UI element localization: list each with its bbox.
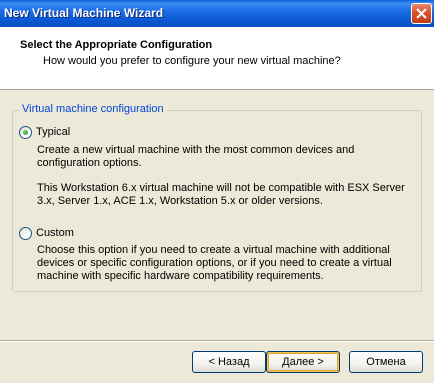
window-title: New Virtual Machine Wizard [4, 6, 164, 20]
page-title: Select the Appropriate Configuration [20, 39, 213, 51]
footer-divider [0, 340, 434, 342]
back-button[interactable]: < Назад [192, 351, 266, 373]
wizard-window: New Virtual Machine Wizard Select the Ap… [0, 0, 434, 383]
typical-compatibility-note: This Workstation 6.x virtual machine wil… [37, 182, 405, 207]
custom-radio[interactable] [19, 227, 32, 240]
custom-radio-label[interactable]: Custom [36, 227, 74, 239]
close-button[interactable] [411, 3, 432, 24]
cancel-button[interactable]: Отмена [349, 351, 423, 373]
groupbox-legend: Virtual machine configuration [19, 103, 167, 115]
title-bar[interactable]: New Virtual Machine Wizard [0, 0, 434, 27]
radio-selected-dot [23, 130, 28, 135]
page-subtitle: How would you prefer to configure your n… [43, 55, 341, 67]
custom-description: Choose this option if you need to create… [37, 244, 392, 282]
typical-radio[interactable] [19, 126, 32, 139]
next-button[interactable]: Далее > [266, 351, 340, 373]
close-icon [416, 8, 427, 19]
typical-radio-label[interactable]: Typical [36, 126, 70, 138]
wizard-header: Select the Appropriate Configuration How… [0, 27, 434, 90]
typical-description: Create a new virtual machine with the mo… [37, 144, 355, 169]
